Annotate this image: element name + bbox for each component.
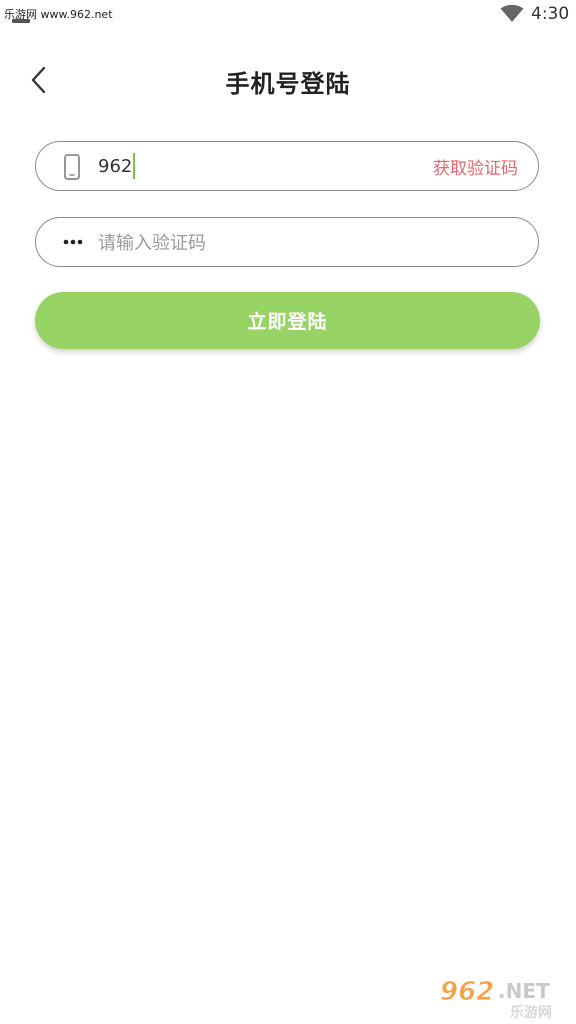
page-title: 手机号登陆	[225, 70, 351, 98]
wifi-icon	[500, 5, 524, 22]
phone-input[interactable]: 962	[98, 142, 398, 190]
notification-icon	[12, 19, 30, 23]
text-caret	[133, 153, 136, 179]
phone-icon	[64, 154, 80, 180]
login-button[interactable]: 立即登陆	[35, 292, 540, 349]
header: 手机号登陆	[0, 50, 576, 110]
dots-icon	[63, 239, 83, 245]
phone-input-value: 962	[98, 155, 133, 177]
status-bar: 乐游网 www.962.net 4:30	[0, 0, 576, 32]
watermark-logo: 962 .NET 乐游网	[440, 977, 552, 1020]
phone-field[interactable]: 962 获取验证码	[35, 141, 539, 191]
svg-text:.NET: .NET	[498, 979, 550, 1003]
svg-text:乐游网: 乐游网	[510, 1004, 552, 1020]
verification-code-field[interactable]: 请输入验证码	[35, 217, 539, 267]
get-code-button[interactable]: 获取验证码	[433, 142, 518, 190]
verification-code-placeholder: 请输入验证码	[98, 233, 206, 254]
status-time: 4:30	[531, 4, 570, 24]
svg-text:962: 962	[440, 977, 494, 1007]
verification-code-input[interactable]: 请输入验证码	[98, 218, 498, 266]
